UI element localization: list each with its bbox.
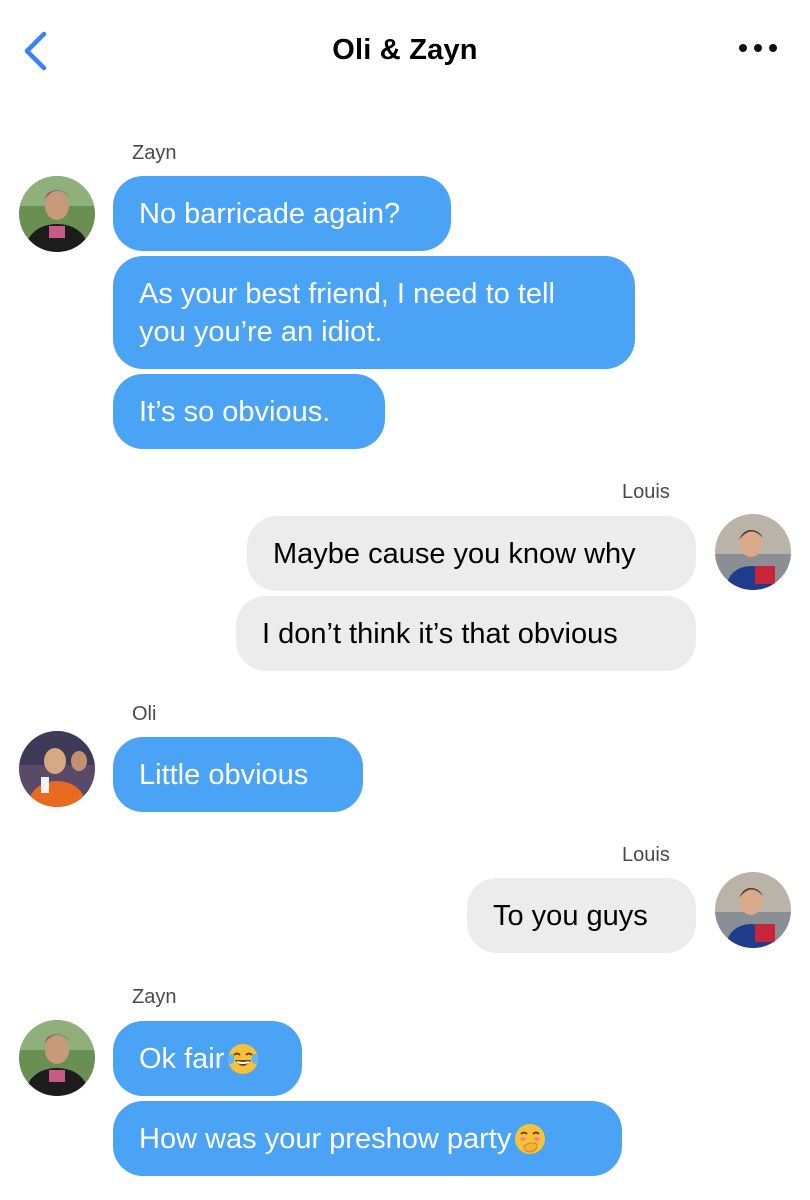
chat-title: Oli & Zayn bbox=[332, 34, 478, 66]
message-text: How was your preshow party bbox=[139, 1122, 512, 1155]
tears-of-joy-emoji bbox=[227, 1043, 259, 1074]
message-bubble[interactable]: It’s so obvious. bbox=[113, 374, 385, 449]
avatar-zayn[interactable] bbox=[19, 1020, 95, 1096]
chat-header: Oli & Zayn bbox=[0, 0, 810, 100]
avatar-zayn[interactable] bbox=[19, 176, 95, 252]
message-bubble[interactable]: No barricade again? bbox=[113, 176, 451, 251]
message-bubble[interactable]: Little obvious bbox=[113, 737, 363, 812]
more-options-button[interactable] bbox=[730, 34, 780, 64]
hand-over-mouth-emoji bbox=[515, 1123, 546, 1154]
sender-name: Zayn bbox=[132, 142, 177, 164]
message-text: Ok fair bbox=[139, 1042, 225, 1075]
avatar-louis[interactable] bbox=[715, 872, 791, 948]
ellipsis-icon-dot bbox=[754, 44, 762, 52]
message-bubble[interactable]: I don’t think it’s that obvious bbox=[236, 596, 696, 671]
message-bubble[interactable]: Maybe cause you know why bbox=[247, 516, 696, 591]
avatar-oli[interactable] bbox=[19, 731, 95, 807]
message-bubble[interactable]: To you guys bbox=[467, 878, 696, 953]
message-bubble[interactable]: How was your preshow party bbox=[113, 1101, 622, 1176]
ellipsis-icon-dot bbox=[769, 44, 777, 52]
message-bubble[interactable]: Ok fair bbox=[113, 1021, 302, 1096]
ellipsis-icon bbox=[739, 44, 747, 52]
sender-name: Zayn bbox=[132, 986, 177, 1008]
sender-name: Louis bbox=[622, 844, 670, 866]
sender-name: Oli bbox=[132, 703, 157, 725]
sender-name: Louis bbox=[622, 481, 670, 503]
avatar-louis[interactable] bbox=[715, 514, 791, 590]
message-bubble[interactable]: As your best friend, I need to tell you … bbox=[113, 256, 635, 369]
